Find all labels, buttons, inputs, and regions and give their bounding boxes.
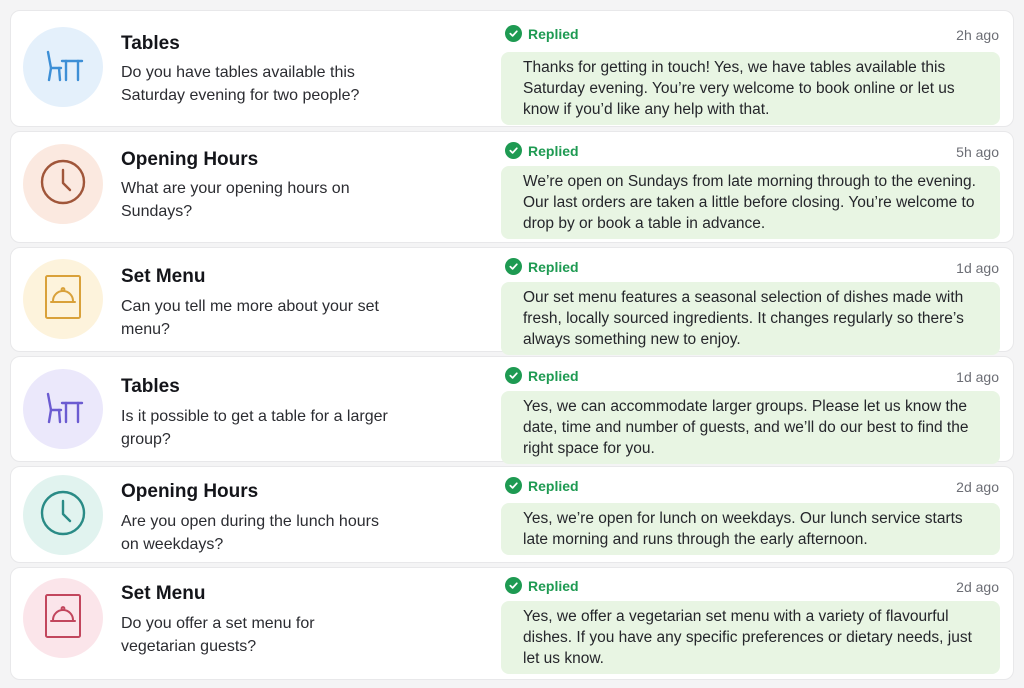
status-label: Replied <box>528 367 579 384</box>
category-avatar <box>23 369 103 449</box>
timestamp: 5h ago <box>956 144 999 160</box>
message-card[interactable]: Opening Hours What are your opening hour… <box>10 131 1014 243</box>
category-title: Opening Hours <box>121 149 259 170</box>
customer-question: What are your opening hours on Sundays? <box>121 180 350 220</box>
category-title: Set Menu <box>121 583 206 604</box>
check-circle-icon <box>505 477 522 494</box>
customer-question: Are you open during the lunch hours on w… <box>121 513 379 553</box>
status-label: Replied <box>528 577 579 594</box>
category-title: Tables <box>121 33 180 54</box>
check-circle-icon <box>505 258 522 275</box>
status-label: Replied <box>528 477 579 494</box>
category-avatar <box>23 475 103 555</box>
reply-bubble: Yes, we can accommodate larger groups. P… <box>501 391 1000 464</box>
category-title: Opening Hours <box>121 481 259 502</box>
check-circle-icon <box>505 142 522 159</box>
check-circle-icon <box>505 25 522 42</box>
status-badge: Replied <box>505 25 579 42</box>
message-card[interactable]: Opening Hours Are you open during the lu… <box>10 466 1014 563</box>
menu-cloche-icon <box>37 590 89 647</box>
status-label: Replied <box>528 142 579 159</box>
check-circle-icon <box>505 367 522 384</box>
category-avatar <box>23 27 103 107</box>
check-circle-icon <box>505 577 522 594</box>
reply-bubble: Yes, we offer a vegetarian set menu with… <box>501 601 1000 674</box>
timestamp: 2d ago <box>956 579 999 595</box>
message-card[interactable]: Set Menu Do you offer a set menu for veg… <box>10 567 1014 680</box>
reply-bubble: We’re open on Sundays from late morning … <box>501 166 1000 239</box>
status-badge: Replied <box>505 258 579 275</box>
timestamp: 2h ago <box>956 27 999 43</box>
customer-question: Can you tell me more about your set menu… <box>121 298 379 338</box>
customer-question: Is it possible to get a table for a larg… <box>121 408 388 448</box>
message-card[interactable]: Tables Do you have tables available this… <box>10 10 1014 127</box>
timestamp: 1d ago <box>956 260 999 276</box>
timestamp: 2d ago <box>956 479 999 495</box>
message-card[interactable]: Tables Is it possible to get a table for… <box>10 356 1014 464</box>
status-badge: Replied <box>505 477 579 494</box>
status-badge: Replied <box>505 142 579 159</box>
reply-bubble: Yes, we’re open for lunch on weekdays. O… <box>501 503 1000 555</box>
timestamp: 1d ago <box>956 369 999 385</box>
menu-cloche-icon <box>37 271 89 328</box>
category-avatar <box>23 259 103 339</box>
status-label: Replied <box>528 258 579 275</box>
status-badge: Replied <box>505 367 579 384</box>
customer-question: Do you offer a set menu for vegetarian g… <box>121 615 315 655</box>
clock-icon <box>37 156 89 213</box>
customer-question: Do you have tables available this Saturd… <box>121 64 360 104</box>
reply-bubble: Thanks for getting in touch! Yes, we hav… <box>501 52 1000 125</box>
category-title: Tables <box>121 376 180 397</box>
table-chair-icon <box>37 381 89 438</box>
reply-bubble: Our set menu features a seasonal selecti… <box>501 282 1000 355</box>
table-chair-icon <box>37 39 89 96</box>
clock-icon <box>37 487 89 544</box>
status-label: Replied <box>528 25 579 42</box>
status-badge: Replied <box>505 577 579 594</box>
category-title: Set Menu <box>121 266 206 287</box>
message-card[interactable]: Set Menu Can you tell me more about your… <box>10 247 1014 355</box>
category-avatar <box>23 578 103 658</box>
category-avatar <box>23 144 103 224</box>
